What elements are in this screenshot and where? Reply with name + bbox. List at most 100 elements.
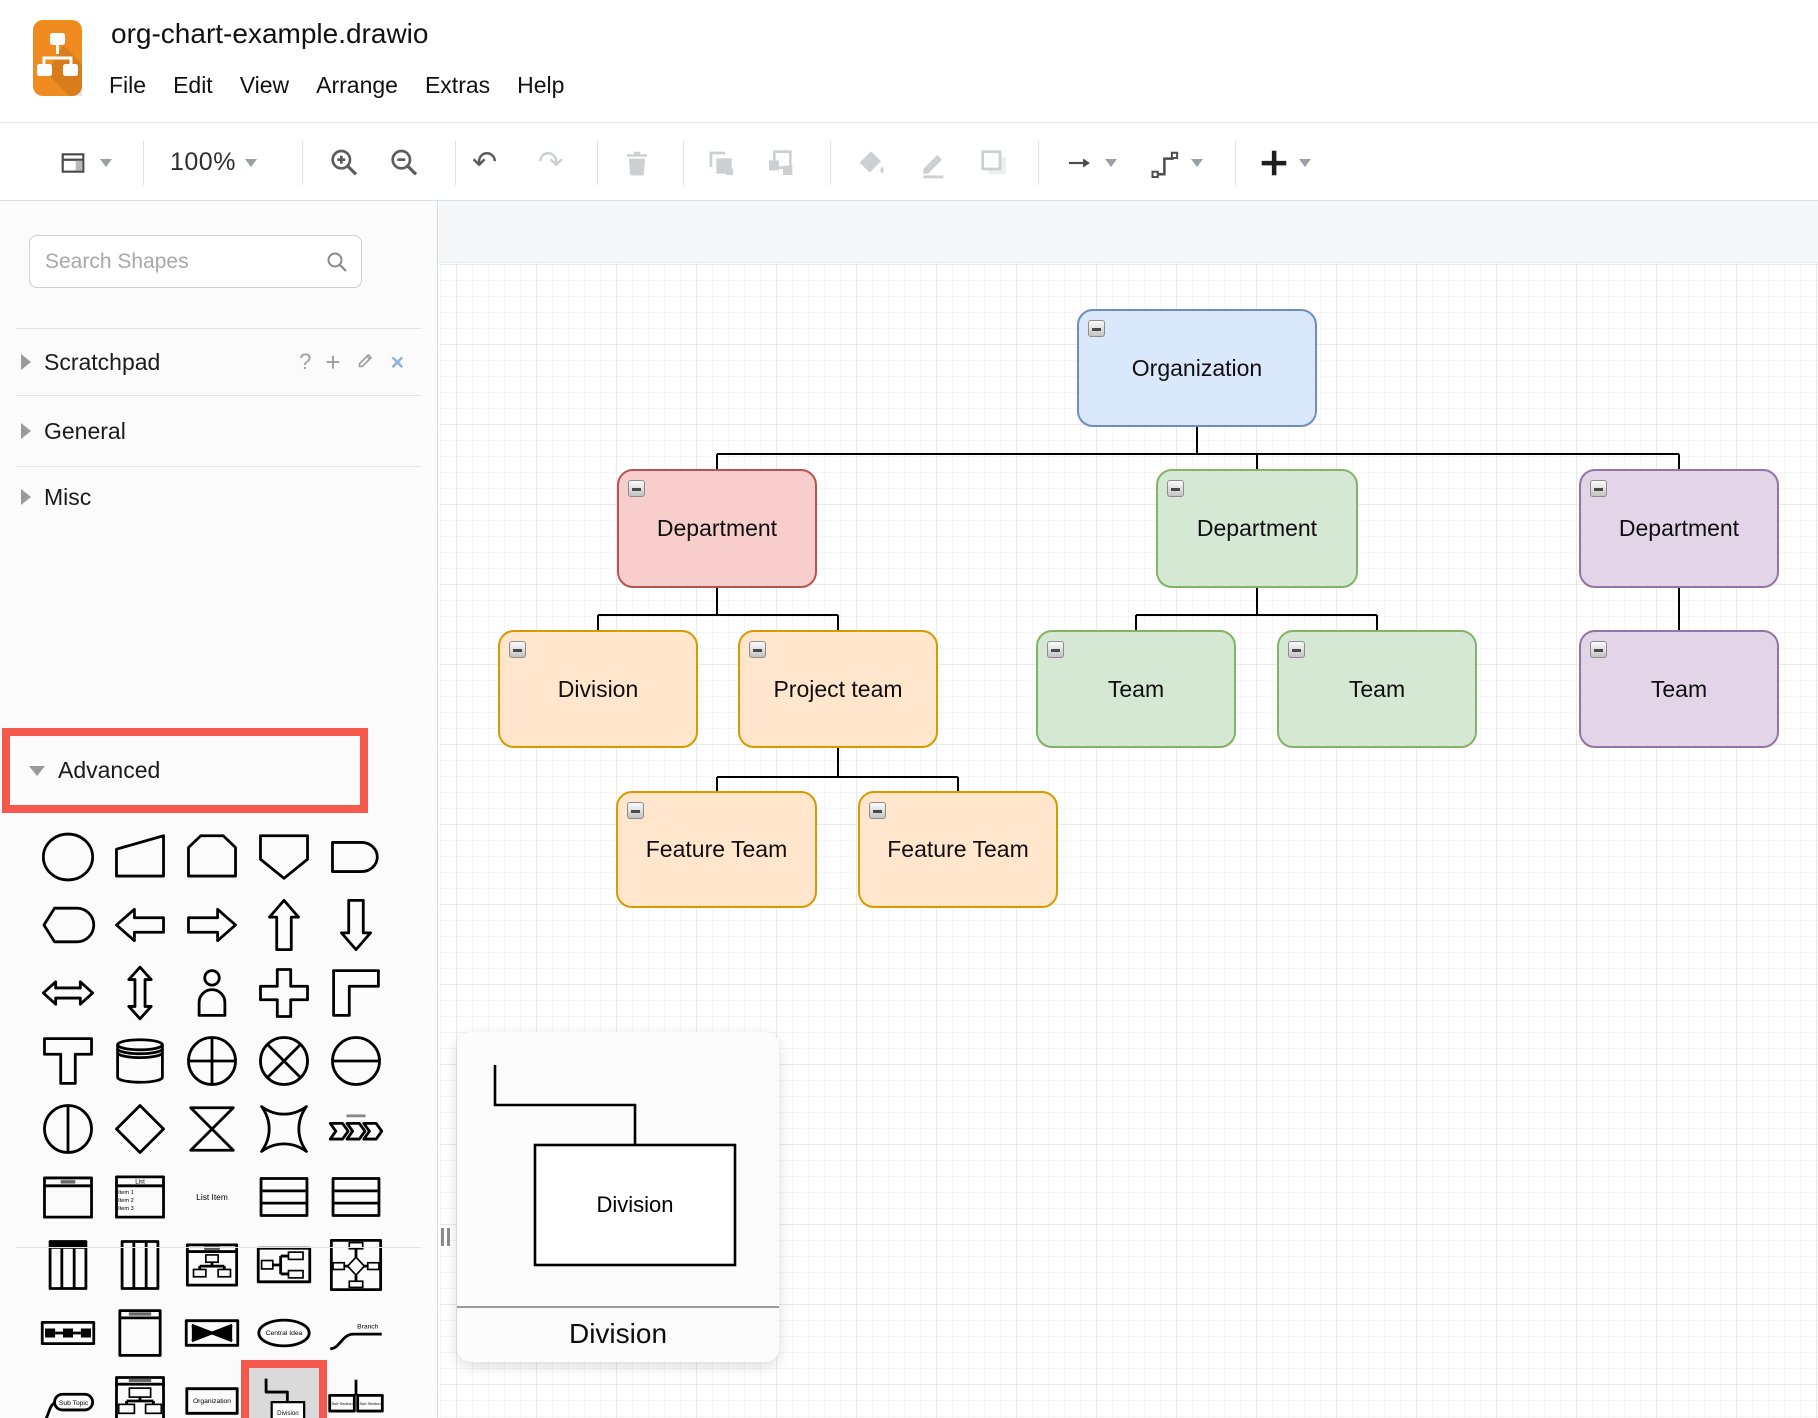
org-node-team-2[interactable]: Team: [1277, 630, 1477, 748]
org-node-department-2[interactable]: Department: [1156, 469, 1358, 588]
section-general[interactable]: General: [0, 396, 438, 466]
palette-shape-cross[interactable]: [248, 959, 320, 1027]
menu-view[interactable]: View: [240, 72, 289, 99]
section-scratchpad[interactable]: Scratchpad ? + ×: [0, 329, 438, 395]
collapse-icon[interactable]: [1088, 320, 1105, 337]
sidebar-resize-handle[interactable]: [441, 1228, 453, 1246]
zoom-select-button[interactable]: 100%: [170, 124, 257, 201]
org-node-department-1[interactable]: Department: [617, 469, 817, 588]
palette-shape-diamond[interactable]: [104, 1095, 176, 1163]
document-title[interactable]: org-chart-example.drawio: [111, 18, 428, 50]
palette-shape-corner[interactable]: [320, 959, 392, 1027]
add-icon[interactable]: +: [325, 349, 340, 375]
menu-edit[interactable]: Edit: [173, 72, 213, 99]
palette-shape-branch[interactable]: Branch: [320, 1299, 392, 1367]
menu-arrange[interactable]: Arrange: [316, 72, 398, 99]
section-advanced[interactable]: Advanced: [10, 736, 360, 805]
fill-color-button[interactable]: [855, 124, 887, 201]
palette-shape-circle-cross[interactable]: [248, 1027, 320, 1095]
palette-shape-organization-box[interactable]: Organization: [176, 1367, 248, 1418]
palette-shape-flow-diamond[interactable]: [320, 1231, 392, 1299]
close-icon[interactable]: ×: [391, 351, 404, 374]
org-node-feature-team-2[interactable]: Feature Team: [858, 791, 1058, 908]
zoom-out-button[interactable]: [388, 124, 420, 201]
redo-button[interactable]: ↷: [538, 124, 563, 201]
collapse-icon[interactable]: [509, 641, 526, 658]
palette-shape-circle-vline[interactable]: [32, 1095, 104, 1163]
palette-shape-manual-operation[interactable]: [104, 823, 176, 891]
org-node-division[interactable]: Division: [498, 630, 698, 748]
menu-help[interactable]: Help: [517, 72, 564, 99]
collapse-icon[interactable]: [1047, 641, 1064, 658]
palette-shape-arrow-up[interactable]: [248, 891, 320, 959]
palette-shape-sub-topic[interactable]: Sub Topic: [32, 1367, 104, 1418]
shadow-button[interactable]: [978, 124, 1010, 201]
palette-shape-list-item[interactable]: List Item: [176, 1163, 248, 1231]
org-node-department-3[interactable]: Department: [1579, 469, 1779, 588]
delete-button[interactable]: [622, 124, 652, 201]
palette-shape-arrow-left-right[interactable]: [32, 959, 104, 1027]
palette-shape-arrow-down[interactable]: [320, 891, 392, 959]
canvas[interactable]: Organization Department Department Departme…: [439, 201, 1818, 1418]
palette-shape-ellipse[interactable]: [32, 823, 104, 891]
collapse-icon[interactable]: [1590, 641, 1607, 658]
palette-shape-hline-box[interactable]: [248, 1163, 320, 1231]
palette-shape-titled-container[interactable]: [104, 1299, 176, 1367]
waypoints-button[interactable]: [1148, 124, 1203, 201]
menu-file[interactable]: File: [109, 72, 146, 99]
palette-shape-horizontal-flow[interactable]: [32, 1299, 104, 1367]
palette-shape-arrow-left[interactable]: [104, 891, 176, 959]
help-icon[interactable]: ?: [299, 351, 311, 373]
undo-button[interactable]: ↶: [472, 124, 497, 201]
palette-shape-hline-box-2[interactable]: [320, 1163, 392, 1231]
collapse-icon[interactable]: [1590, 480, 1607, 497]
diagram-toggle-button[interactable]: [55, 124, 112, 201]
palette-shape-data-store[interactable]: [104, 1027, 176, 1095]
palette-shape-container[interactable]: [32, 1163, 104, 1231]
palette-shape-loop-limit[interactable]: [176, 823, 248, 891]
palette-shape-terminator[interactable]: [32, 891, 104, 959]
org-node-feature-team-1[interactable]: Feature Team: [616, 791, 817, 908]
search-shapes-box[interactable]: [29, 235, 362, 288]
menu-extras[interactable]: Extras: [425, 72, 490, 99]
palette-shape-horizontal-tree[interactable]: [248, 1231, 320, 1299]
collapse-icon[interactable]: [869, 802, 886, 819]
palette-shape-central-idea[interactable]: Central Idea: [248, 1299, 320, 1367]
insert-button[interactable]: [1258, 124, 1311, 201]
palette-shape-division-shape[interactable]: Division: [248, 1367, 320, 1418]
palette-shape-delay[interactable]: [320, 823, 392, 891]
palette-shape-circle-plus[interactable]: [176, 1027, 248, 1095]
palette-shape-actor[interactable]: [176, 959, 248, 1027]
palette-shape-hourglass[interactable]: [176, 1095, 248, 1163]
palette-shape-vcol-box-dark[interactable]: [32, 1231, 104, 1299]
to-front-button[interactable]: [705, 124, 737, 201]
palette-shape-org-container[interactable]: [104, 1367, 176, 1418]
org-node-organization[interactable]: Organization: [1077, 309, 1317, 427]
palette-shape-card[interactable]: [248, 823, 320, 891]
palette-shape-arrow-right[interactable]: [176, 891, 248, 959]
collapse-icon[interactable]: [1288, 641, 1305, 658]
collapse-icon[interactable]: [628, 480, 645, 497]
palette-shape-cross-flow[interactable]: [176, 1299, 248, 1367]
collapse-icon[interactable]: [1167, 480, 1184, 497]
search-input[interactable]: [45, 236, 325, 287]
palette-shape-concave-square[interactable]: [248, 1095, 320, 1163]
palette-shape-circle-hline[interactable]: [320, 1027, 392, 1095]
palette-shape-sub-sections[interactable]: Sub SectionSub Section: [320, 1367, 392, 1418]
org-node-team-3[interactable]: Team: [1579, 630, 1779, 748]
collapse-icon[interactable]: [627, 802, 644, 819]
palette-shape-pipeline[interactable]: [320, 1095, 392, 1163]
to-back-button[interactable]: [765, 124, 797, 201]
palette-shape-list[interactable]: ListItem 1Item 2Item 3: [104, 1163, 176, 1231]
collapse-icon[interactable]: [749, 641, 766, 658]
connection-button[interactable]: [1062, 124, 1117, 201]
edit-icon[interactable]: [355, 349, 377, 375]
palette-shape-tee[interactable]: [32, 1027, 104, 1095]
palette-shape-vcol-box[interactable]: [104, 1231, 176, 1299]
org-node-project-team[interactable]: Project team: [738, 630, 938, 748]
zoom-in-button[interactable]: [328, 124, 360, 201]
org-node-team-1[interactable]: Team: [1036, 630, 1236, 748]
palette-shape-arrow-up-down[interactable]: [104, 959, 176, 1027]
line-color-button[interactable]: [918, 124, 950, 201]
section-misc[interactable]: Misc: [0, 467, 438, 527]
